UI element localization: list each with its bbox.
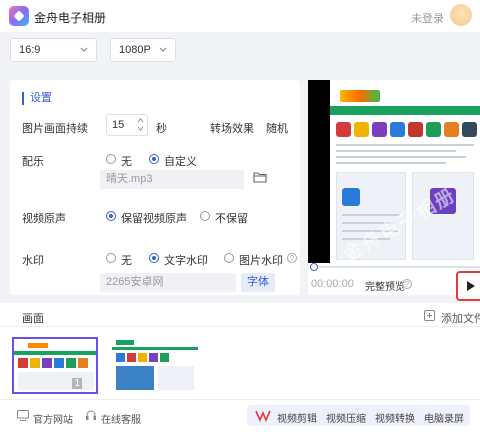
duration-value: 15 [112, 119, 125, 131]
official-website-link[interactable]: 官方网站 [33, 411, 73, 426]
watermark-label: 水印 [22, 255, 44, 267]
music-none-label: 无 [121, 156, 132, 168]
chevron-up-icon[interactable] [137, 117, 144, 124]
watermark-text-label: 文字水印 [164, 255, 208, 267]
play-icon [467, 281, 475, 291]
app-tile [426, 122, 441, 137]
aspect-ratio-select[interactable]: 16:9 [10, 38, 97, 62]
folder-icon[interactable] [253, 171, 267, 183]
online-support-link[interactable]: 在线客服 [101, 411, 141, 426]
chevron-down-icon [159, 47, 167, 52]
frame-thumbnail[interactable] [112, 337, 198, 394]
add-file-icon[interactable] [424, 310, 435, 321]
watermark-text-field[interactable]: 2265安卓网 [100, 273, 236, 292]
original-audio-label: 视频原声 [22, 213, 66, 225]
duration-unit: 秒 [156, 123, 167, 135]
progress-track[interactable] [310, 266, 480, 268]
frame-index: 1 [72, 378, 82, 389]
chevron-down-icon [80, 47, 88, 52]
site-nav-bar [330, 106, 480, 115]
transition-value[interactable]: 随机 [266, 120, 288, 136]
video-edit-link[interactable]: 视频剪辑 [277, 410, 317, 425]
discard-audio-radio[interactable] [200, 211, 210, 221]
avatar[interactable] [450, 4, 472, 26]
time-display: 00:00:00 [311, 278, 354, 290]
duration-stepper[interactable]: 15 [106, 114, 148, 136]
keep-audio-label: 保留视频原声 [121, 213, 187, 225]
music-custom-label: 自定义 [164, 156, 197, 168]
watermark-none-label: 无 [121, 255, 132, 267]
app-tile [342, 188, 360, 206]
video-tools-logo-icon [255, 410, 271, 422]
help-icon[interactable]: ? [402, 279, 412, 289]
website-icon [17, 410, 29, 421]
font-button[interactable]: 字体 [241, 273, 275, 292]
music-none-radio[interactable] [106, 154, 116, 164]
site-text-line [336, 156, 466, 158]
watermark-text-radio[interactable] [149, 253, 159, 263]
music-custom-radio[interactable] [149, 154, 159, 164]
app-tile [408, 122, 423, 137]
settings-title: 设置 [22, 92, 52, 105]
aspect-ratio-value: 16:9 [19, 44, 41, 56]
watermark-none-radio[interactable] [106, 253, 116, 263]
frame-thumbnail[interactable]: 1 [12, 337, 98, 394]
video-compress-link[interactable]: 视频压缩 [326, 410, 366, 425]
app-tile [444, 122, 459, 137]
screen-record-link[interactable]: 电脑录屏 [424, 410, 464, 425]
site-text-line [336, 144, 474, 146]
transition-label: 转场效果 [210, 123, 254, 135]
resolution-select[interactable]: 1080P [110, 38, 176, 62]
music-label: 配乐 [22, 156, 44, 168]
discard-audio-label: 不保留 [215, 213, 248, 225]
title-bar: 金舟电子相册 未登录 [0, 0, 480, 32]
watermark-image-label: 图片水印 [239, 255, 283, 267]
chevron-down-icon[interactable] [137, 125, 144, 132]
duration-label: 图片画面持续 [22, 123, 88, 135]
app-tile [354, 122, 369, 137]
progress-handle[interactable] [310, 263, 318, 271]
headset-icon [86, 410, 96, 420]
keep-audio-radio[interactable] [106, 211, 116, 221]
help-icon[interactable]: ? [287, 253, 297, 263]
full-preview-label[interactable]: 完整预览 [365, 278, 405, 293]
app-tile [336, 122, 351, 137]
play-button[interactable] [456, 271, 480, 301]
app-tile [372, 122, 387, 137]
add-file-button[interactable]: 添加文件 [441, 310, 480, 326]
video-convert-link[interactable]: 视频转换 [375, 410, 415, 425]
frames-header [0, 303, 480, 327]
app-title: 金舟电子相册 [34, 11, 107, 25]
app-logo-icon [9, 6, 29, 26]
music-file-field[interactable]: 晴天.mp3 [100, 170, 244, 189]
app-tile [462, 122, 477, 137]
site-text-line [336, 150, 456, 152]
login-status-link[interactable]: 未登录 [411, 10, 444, 26]
frames-title: 画面 [22, 313, 44, 325]
app-tile [390, 122, 405, 137]
resolution-value: 1080P [119, 44, 151, 56]
watermark-image-radio[interactable] [224, 253, 234, 263]
site-logo [340, 90, 380, 102]
site-text-line [336, 162, 446, 164]
